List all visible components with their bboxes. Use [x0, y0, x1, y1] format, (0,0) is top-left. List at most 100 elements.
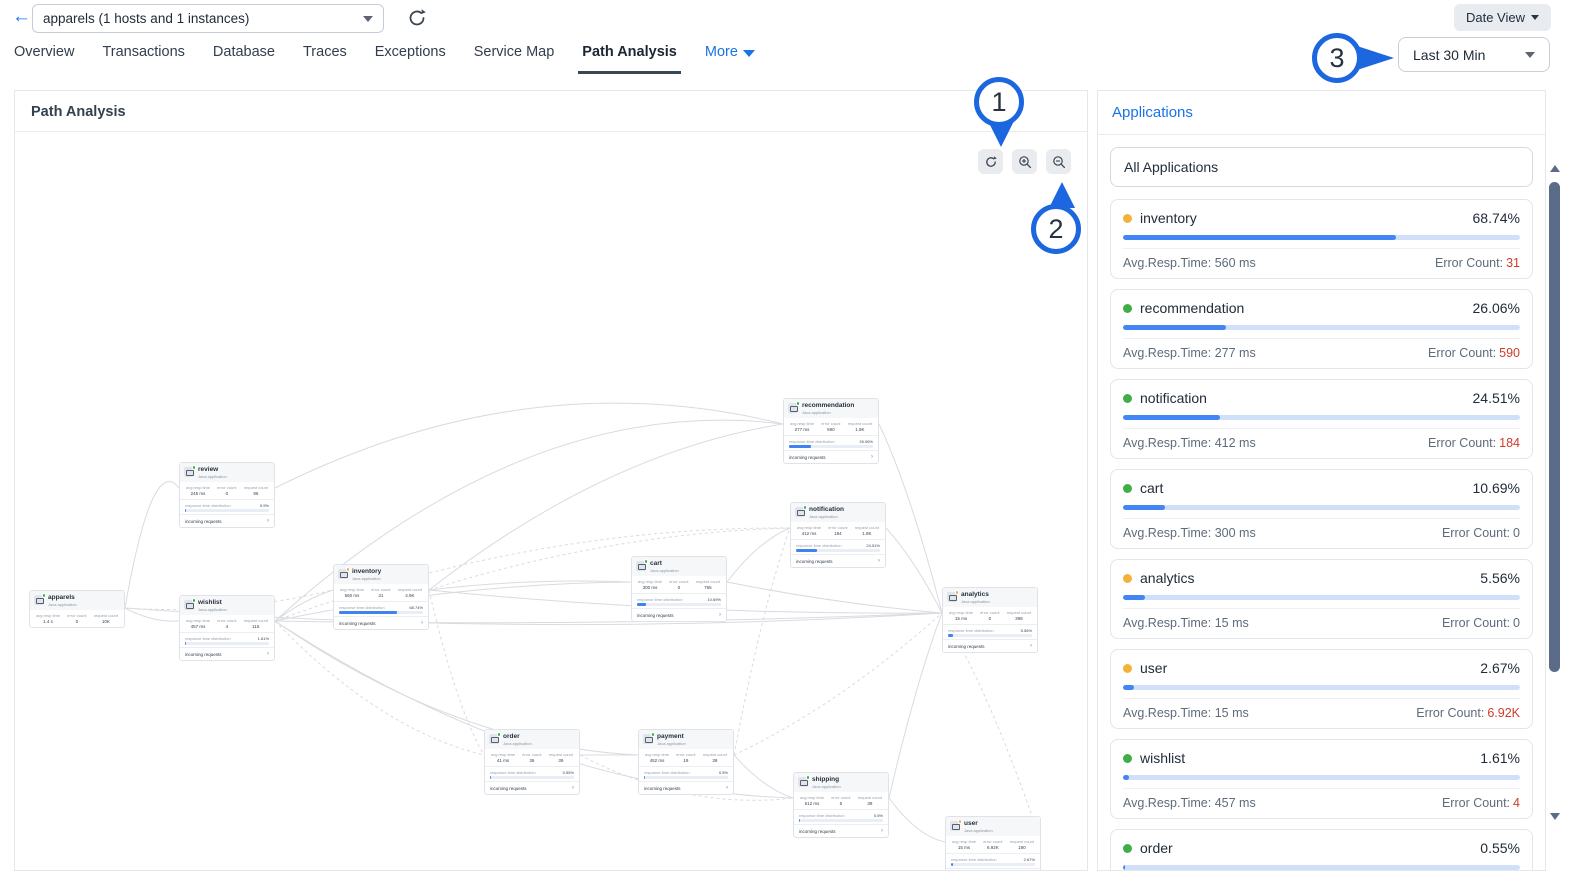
- scroll-down-icon[interactable]: [1550, 813, 1560, 820]
- stat-label: request count: [549, 752, 573, 757]
- status-dot: [497, 732, 502, 737]
- service-node-footer[interactable]: incoming requests ›: [180, 647, 274, 660]
- tab-traces[interactable]: Traces: [303, 44, 347, 74]
- service-node-shipping[interactable]: shipping Java application avg resp time5…: [793, 772, 889, 838]
- stat-value: 1.8K: [855, 531, 879, 536]
- application-card-user[interactable]: user 2.67% Avg.Resp.Time: 15 ms Error Co…: [1110, 649, 1533, 729]
- traffic-bar: [1123, 595, 1520, 600]
- error-count: Error Count:31: [1435, 256, 1520, 270]
- stat-value: 0: [669, 585, 688, 590]
- service-node-recommendation[interactable]: recommendation Java application avg resp…: [783, 398, 879, 464]
- tab-overview[interactable]: Overview: [14, 44, 74, 74]
- service-node-name: apparels: [48, 594, 77, 602]
- service-node-cart[interactable]: cart Java application avg resp time300 m…: [631, 556, 727, 622]
- date-view-button[interactable]: Date View: [1454, 4, 1551, 31]
- stat-label: request count: [703, 752, 727, 757]
- tab-exceptions[interactable]: Exceptions: [375, 44, 446, 74]
- stat-value: 31: [371, 593, 390, 598]
- application-card-wishlist[interactable]: wishlist 1.61% Avg.Resp.Time: 457 ms Err…: [1110, 739, 1533, 819]
- service-node-wishlist[interactable]: wishlist Java application avg resp time4…: [179, 595, 275, 661]
- tab-service-map[interactable]: Service Map: [474, 44, 555, 74]
- service-node-analytics[interactable]: analytics Java application avg resp time…: [942, 587, 1038, 653]
- service-node-name: cart: [650, 560, 679, 568]
- service-node-header: shipping Java application: [794, 773, 888, 792]
- stat-label: avg resp time: [645, 752, 669, 757]
- chevron-right-icon: ›: [267, 651, 269, 657]
- service-node-stats: avg resp time41 ms error count36 request…: [485, 749, 579, 767]
- stat-value: 1.9K: [848, 427, 872, 432]
- service-node-review[interactable]: review Java application avg resp time245…: [179, 462, 275, 528]
- avg-resp-time: Avg.Resp.Time: 15 ms: [1123, 706, 1249, 720]
- all-applications-filter[interactable]: All Applications: [1110, 147, 1533, 187]
- service-node-footer[interactable]: incoming requests ›: [794, 824, 888, 837]
- service-node-footer[interactable]: incoming requests ›: [639, 781, 733, 794]
- traffic-bar: [1123, 325, 1520, 330]
- service-node-footer[interactable]: incoming requests ›: [180, 514, 274, 527]
- avg-resp-time: Avg.Resp.Time: 457 ms: [1123, 796, 1256, 810]
- service-node-footer[interactable]: incoming requests ›: [485, 781, 579, 794]
- stat-label: error count: [821, 421, 840, 426]
- annotation-2-number: 2: [1031, 204, 1081, 254]
- service-node-user[interactable]: user Java application avg resp time15 ms…: [945, 816, 1041, 870]
- tab-database[interactable]: Database: [213, 44, 275, 74]
- scrollbar[interactable]: [1548, 160, 1562, 840]
- application-card-notification[interactable]: notification 24.51% Avg.Resp.Time: 412 m…: [1110, 379, 1533, 459]
- application-percent: 1.61%: [1480, 750, 1520, 766]
- annotation-3-number: 3: [1312, 33, 1362, 83]
- stat-label: error count: [983, 839, 1002, 844]
- application-card-order[interactable]: order 0.55% Avg.Resp.Time: 41 ms Error C…: [1110, 829, 1533, 871]
- application-card-analytics[interactable]: analytics 5.56% Avg.Resp.Time: 15 ms Err…: [1110, 559, 1533, 639]
- service-node-stats: avg resp time452 ms error count19 reques…: [639, 749, 733, 767]
- scrollbar-thumb[interactable]: [1549, 182, 1560, 672]
- incoming-label: incoming requests: [339, 621, 376, 626]
- distribution-percent: 1.61%: [258, 636, 269, 641]
- scroll-up-icon[interactable]: [1550, 165, 1560, 172]
- distribution-percent: 0.9%: [260, 503, 269, 508]
- incoming-label: incoming requests: [644, 786, 681, 791]
- time-range-select[interactable]: Last 30 Min: [1398, 37, 1550, 72]
- error-count: Error Count:0: [1442, 616, 1520, 630]
- stat-label: request count: [1007, 610, 1031, 615]
- tab-transactions[interactable]: Transactions: [102, 44, 184, 74]
- distribution-percent: 24.51%: [866, 543, 880, 548]
- service-node-footer[interactable]: incoming requests ›: [946, 868, 1040, 870]
- service-node-payment[interactable]: payment Java application avg resp time45…: [638, 729, 734, 795]
- service-node-header: apparels Java application: [30, 591, 124, 610]
- service-node-stats: avg resp time457 ms error count4 request…: [180, 615, 274, 633]
- service-node-notification[interactable]: notification Java application avg resp t…: [790, 502, 886, 568]
- stat-label: request count: [244, 618, 268, 623]
- path-analysis-canvas[interactable]: apparels Java application avg resp time 1…: [15, 132, 1087, 870]
- tab-more[interactable]: More: [705, 44, 755, 74]
- tab-path-analysis[interactable]: Path Analysis: [582, 44, 677, 74]
- stat-label: error count: [67, 613, 86, 618]
- service-node-apparels[interactable]: apparels Java application avg resp time1…: [29, 590, 125, 628]
- service-node-footer[interactable]: incoming requests ›: [784, 450, 878, 463]
- status-dot: [1123, 214, 1132, 223]
- service-node-footer[interactable]: incoming requests ›: [943, 639, 1037, 652]
- distribution-percent: 10.69%: [707, 597, 721, 602]
- service-node-footer[interactable]: incoming requests ›: [334, 616, 428, 629]
- application-card-cart[interactable]: cart 10.69% Avg.Resp.Time: 300 ms Error …: [1110, 469, 1533, 549]
- service-node-footer[interactable]: incoming requests ›: [632, 608, 726, 621]
- traffic-bar: [1123, 865, 1520, 870]
- distribution-bar: [490, 776, 574, 779]
- distribution-bar: [185, 509, 269, 512]
- service-node-footer[interactable]: incoming requests ›: [791, 554, 885, 567]
- stat-label: avg resp time: [952, 839, 976, 844]
- distribution-label: response time distribution: [796, 543, 842, 548]
- application-icon: [338, 569, 348, 579]
- service-node-subtitle: Java application: [352, 576, 381, 581]
- refresh-icon[interactable]: [406, 7, 428, 29]
- chevron-right-icon: ›: [878, 558, 880, 564]
- status-dot: [955, 590, 960, 595]
- application-card-recommendation[interactable]: recommendation 26.06% Avg.Resp.Time: 277…: [1110, 289, 1533, 369]
- service-node-header: review Java application: [180, 463, 274, 482]
- stat-value: 398: [1007, 616, 1031, 621]
- service-node-inventory[interactable]: inventory Java application avg resp time…: [333, 564, 429, 630]
- service-node-order[interactable]: order Java application avg resp time41 m…: [484, 729, 580, 795]
- application-percent: 26.06%: [1473, 300, 1520, 316]
- application-card-inventory[interactable]: inventory 68.74% Avg.Resp.Time: 560 ms E…: [1110, 199, 1533, 279]
- stat-label: request count: [244, 485, 268, 490]
- back-arrow-icon[interactable]: ←: [12, 6, 31, 28]
- application-selector[interactable]: apparels (1 hosts and 1 instances): [32, 4, 384, 33]
